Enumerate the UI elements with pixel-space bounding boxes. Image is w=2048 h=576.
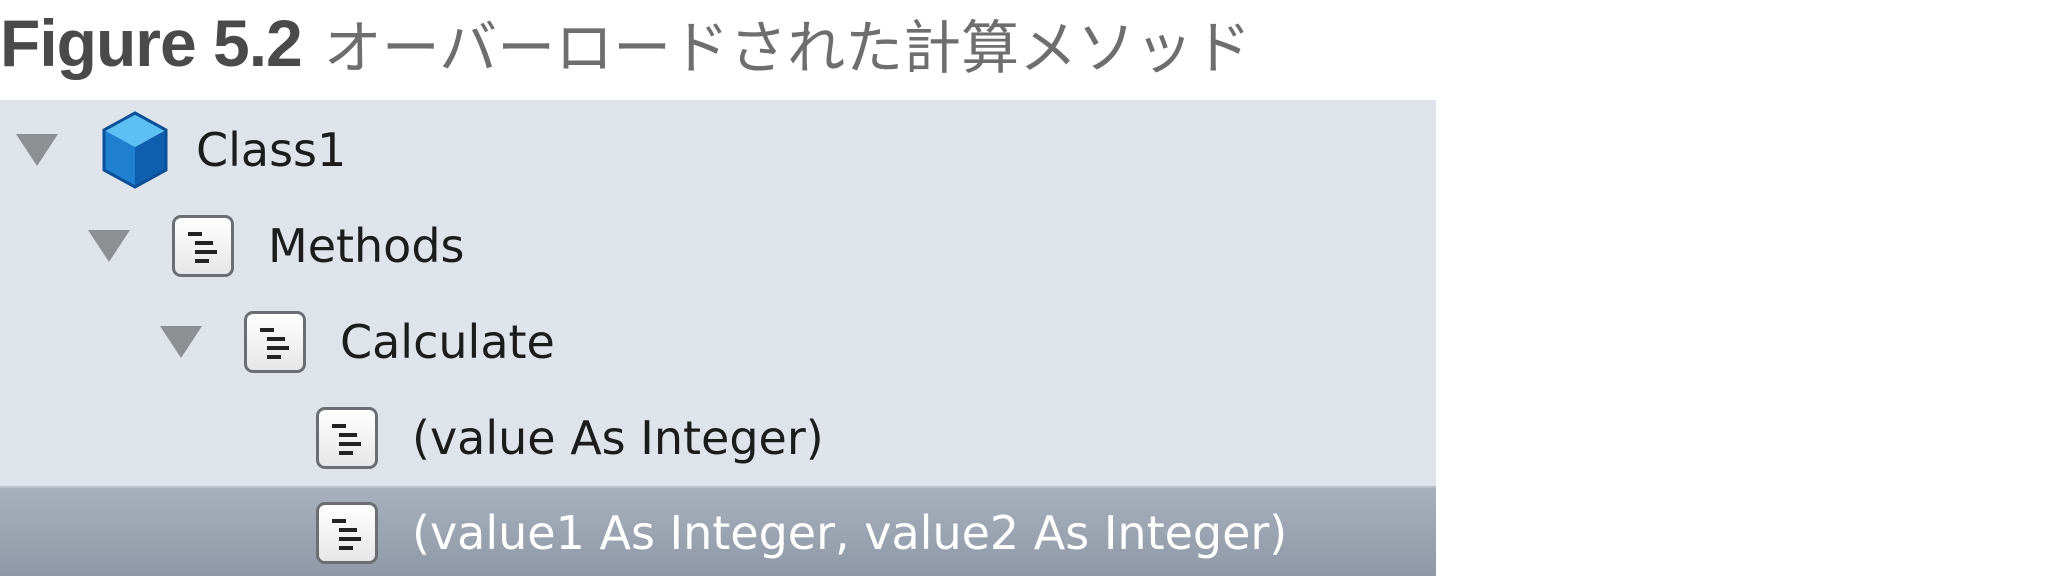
tree-item-label: Class1	[196, 123, 347, 177]
disclosure-triangle-icon[interactable]	[16, 134, 58, 166]
tree-item-label: (value As Integer)	[412, 411, 824, 465]
figure-number: Figure 5.2	[0, 6, 303, 80]
document-icon	[172, 215, 234, 277]
tree-item-calculate-overload-1[interactable]: (value As Integer)	[0, 390, 1436, 486]
tree-item-label: Methods	[268, 219, 465, 273]
tree-item-methods[interactable]: Methods	[0, 198, 1436, 294]
disclosure-triangle-icon[interactable]	[88, 230, 130, 262]
figure-caption: Figure 5.2 オーバーロードされた計算メソッド	[0, 0, 1251, 86]
document-icon	[316, 502, 378, 564]
tree-item-label: Calculate	[340, 315, 555, 369]
disclosure-triangle-icon[interactable]	[160, 326, 202, 358]
tree-item-calculate-overload-2-selected[interactable]: (value1 As Integer, value2 As Integer)	[0, 486, 1436, 576]
document-icon	[316, 407, 378, 469]
project-outline-tree: Class1 Methods Calculate (value As Integ…	[0, 100, 1436, 576]
tree-item-label: (value1 As Integer, value2 As Integer)	[412, 506, 1288, 560]
figure-title: オーバーロードされた計算メソッド	[323, 14, 1252, 82]
document-icon	[244, 311, 306, 373]
cube-icon	[102, 111, 168, 189]
tree-item-calculate[interactable]: Calculate	[0, 294, 1436, 390]
tree-item-class1[interactable]: Class1	[0, 102, 1436, 198]
